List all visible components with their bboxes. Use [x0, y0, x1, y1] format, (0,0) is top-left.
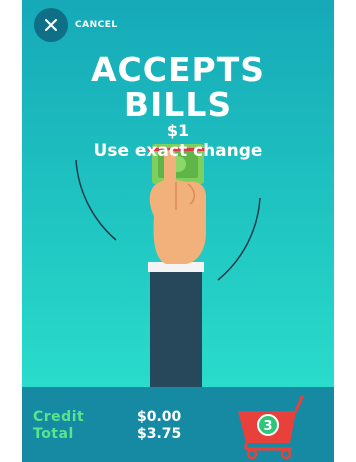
total-label: Total: [33, 426, 74, 442]
arc-decoration: [75, 159, 117, 241]
total-value: $3.75: [137, 426, 182, 442]
title-line-2: BILLS: [123, 85, 233, 124]
bill-price: $1: [166, 121, 190, 140]
payment-screen: CANCEL ACCEPTS BILLS $1 Use exact change…: [22, 0, 334, 462]
sleeve: [150, 268, 202, 390]
payment-summary-bar: Credit $0.00 Total $3.75 3: [22, 387, 334, 462]
close-icon[interactable]: [34, 8, 68, 42]
title-line-1: ACCEPTS: [91, 50, 265, 89]
exact-change-note: Use exact change: [93, 141, 263, 161]
cancel-button[interactable]: CANCEL: [34, 8, 118, 42]
arc-decoration-right: [217, 197, 261, 281]
shopping-cart-icon[interactable]: 3: [234, 393, 306, 459]
cart-count: 3: [263, 419, 272, 434]
credit-label: Credit: [33, 409, 85, 425]
credit-value: $0.00: [137, 409, 182, 425]
cancel-label[interactable]: CANCEL: [75, 20, 118, 30]
